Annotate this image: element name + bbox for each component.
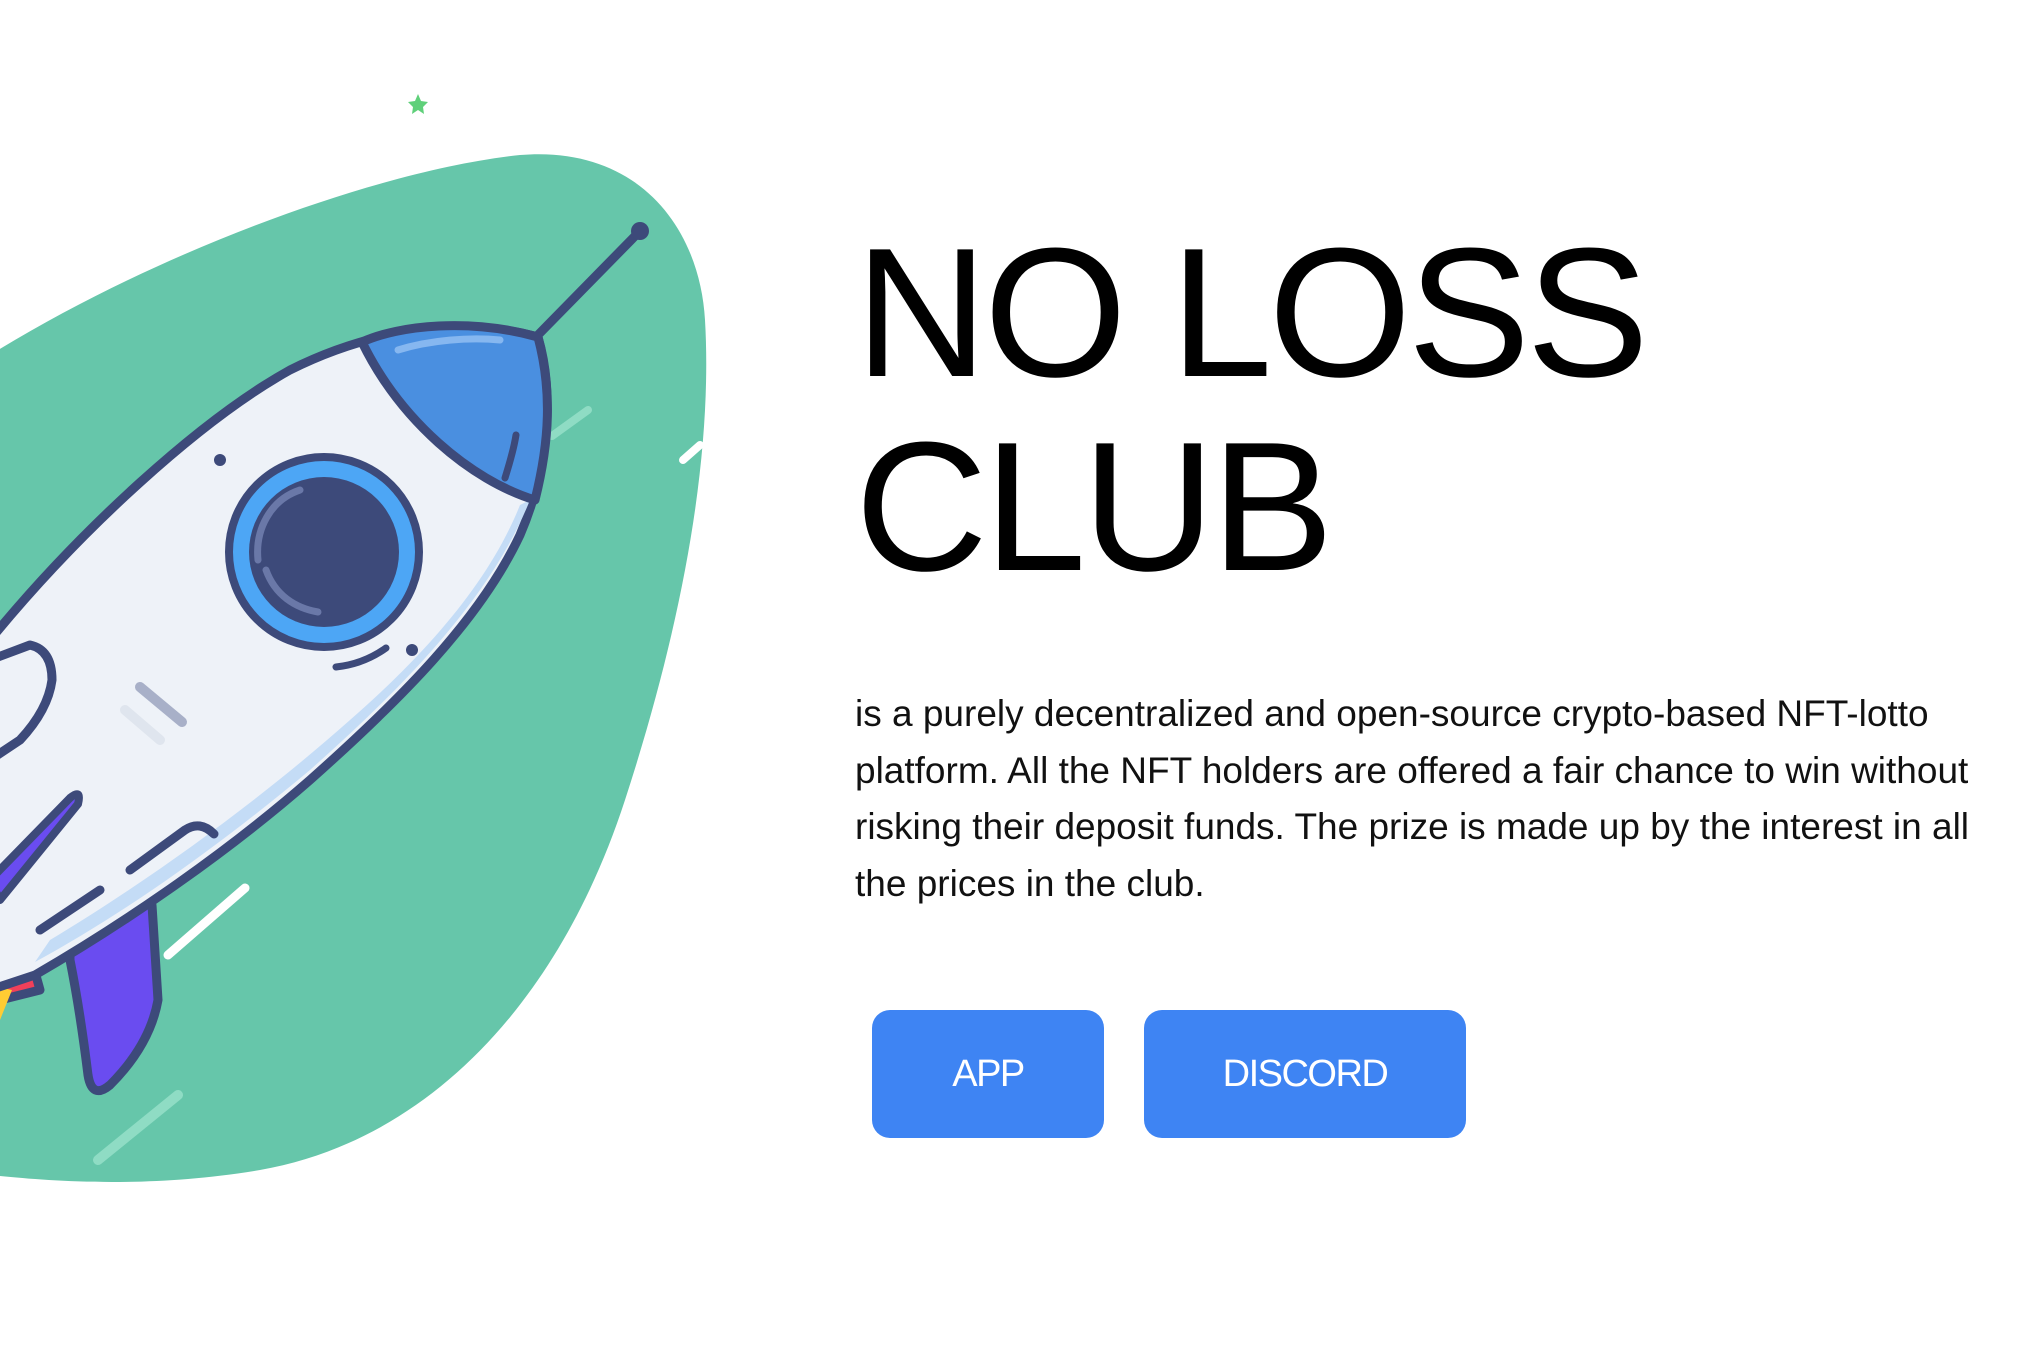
app-button[interactable]: APP <box>872 1010 1104 1138</box>
title-line-1: NO LOSS <box>855 209 1649 415</box>
page-title: NO LOSS CLUB <box>855 215 2015 603</box>
antenna-tip <box>631 222 649 240</box>
star-icon <box>408 94 428 114</box>
hero-actions: APP DISCORD <box>872 1010 1466 1138</box>
landing-page: NO LOSS CLUB is a purely decentralized a… <box>0 0 2040 1360</box>
hero-content: NO LOSS CLUB is a purely decentralized a… <box>855 215 2015 912</box>
hero-description: is a purely decentralized and open-sourc… <box>855 693 1970 904</box>
discord-button[interactable]: DISCORD <box>1144 1010 1466 1138</box>
title-line-2: CLUB <box>855 403 1334 609</box>
rocket-illustration <box>0 94 707 1182</box>
